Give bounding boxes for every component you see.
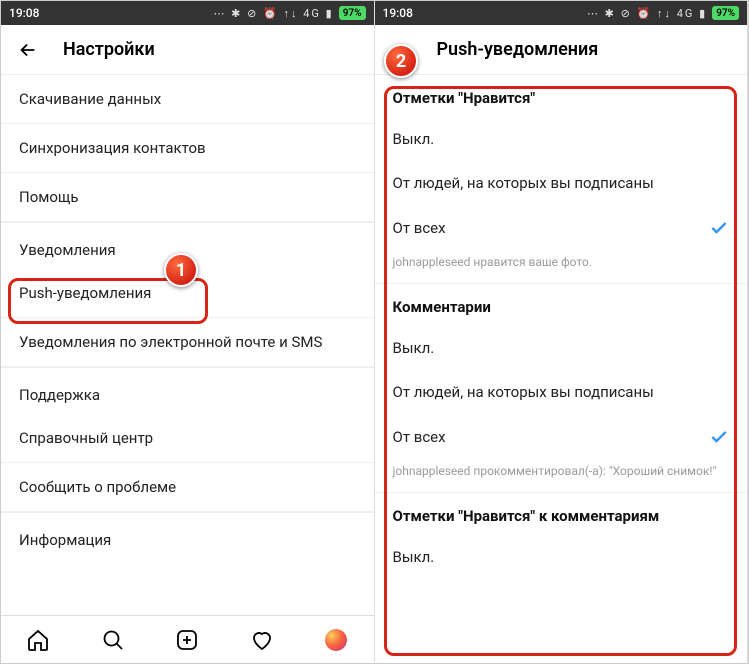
nav-header: Push-уведомления [375,25,748,75]
search-icon[interactable] [101,628,125,652]
helper-likes: johnappleseed нравится ваше фото. [375,251,748,284]
row-email-sms-notifications[interactable]: Уведомления по электронной почте и SMS [1,318,374,367]
option-label: От людей, на которых вы подписаны [393,383,654,401]
battery-indicator: 97% [339,6,366,20]
section-notifications: Уведомления [1,222,374,269]
option-label: Выкл. [393,130,435,148]
home-icon[interactable] [26,628,50,652]
status-bar: 19:08 ⋯ ✱ ⊘ ⏰ ↑↓ 4G ▮ 97% [375,1,748,25]
option-label: От всех [393,428,446,446]
option-comments-off[interactable]: Выкл. [375,326,748,370]
page-title: Настройки [63,39,155,60]
status-time: 19:08 [383,6,413,20]
row-download-data[interactable]: Скачивание данных [1,75,374,124]
page-title: Push-уведомления [437,39,599,60]
add-post-icon[interactable] [175,628,199,652]
option-label: От всех [393,219,446,237]
phone-right: 19:08 ⋯ ✱ ⊘ ⏰ ↑↓ 4G ▮ 97% Push-уведомлен… [375,1,749,663]
status-bar: 19:08 ⋯ ✱ ⊘ ⏰ ↑↓ 4G ▮ 97% [1,1,374,25]
settings-list: Скачивание данных Синхронизация контакто… [1,75,374,615]
check-icon [709,427,729,447]
status-icons: ⋯ ✱ ⊘ ⏰ ↑↓ 4G ▮ [587,7,707,20]
group-comments-header: Комментарии [375,284,748,326]
back-arrow-icon[interactable] [17,39,39,61]
back-arrow-icon[interactable] [391,39,413,61]
group-likes-header: Отметки "Нравится" [375,75,748,117]
status-time: 19:08 [9,6,39,20]
profile-icon[interactable] [324,628,348,652]
option-comments-following[interactable]: От людей, на которых вы подписаны [375,370,748,414]
option-likes-all[interactable]: От всех [375,205,748,251]
option-label: Выкл. [393,339,435,357]
push-settings-list: Отметки "Нравится" Выкл. От людей, на ко… [375,75,748,663]
row-help[interactable]: Помощь [1,173,374,222]
bottom-nav [1,615,374,663]
option-likes-following[interactable]: От людей, на которых вы подписаны [375,161,748,205]
option-label: Выкл. [393,548,435,566]
option-likes-off[interactable]: Выкл. [375,117,748,161]
status-icons: ⋯ ✱ ⊘ ⏰ ↑↓ 4G ▮ [213,7,333,20]
row-help-center[interactable]: Справочный центр [1,414,374,463]
check-icon [709,218,729,238]
nav-header: Настройки [1,25,374,75]
heart-icon[interactable] [250,628,274,652]
status-right: ⋯ ✱ ⊘ ⏰ ↑↓ 4G ▮ 97% [587,6,739,20]
option-comments-all[interactable]: От всех [375,414,748,460]
profile-avatar [325,629,347,651]
group-comment-likes-header: Отметки "Нравится" к комментариям [375,493,748,535]
option-comment-likes-off[interactable]: Выкл. [375,535,748,579]
status-right: ⋯ ✱ ⊘ ⏰ ↑↓ 4G ▮ 97% [213,6,365,20]
row-sync-contacts[interactable]: Синхронизация контактов [1,124,374,173]
section-support: Поддержка [1,367,374,414]
phone-left: 19:08 ⋯ ✱ ⊘ ⏰ ↑↓ 4G ▮ 97% Настройки Скач… [1,1,375,663]
row-report-problem[interactable]: Сообщить о проблеме [1,463,374,512]
section-info: Информация [1,512,374,559]
helper-comments: johnappleseed прокомментировал(-а): "Хор… [375,460,748,493]
battery-indicator: 97% [712,6,739,20]
row-push-notifications[interactable]: Push-уведомления [1,269,374,318]
option-label: От людей, на которых вы подписаны [393,174,654,192]
